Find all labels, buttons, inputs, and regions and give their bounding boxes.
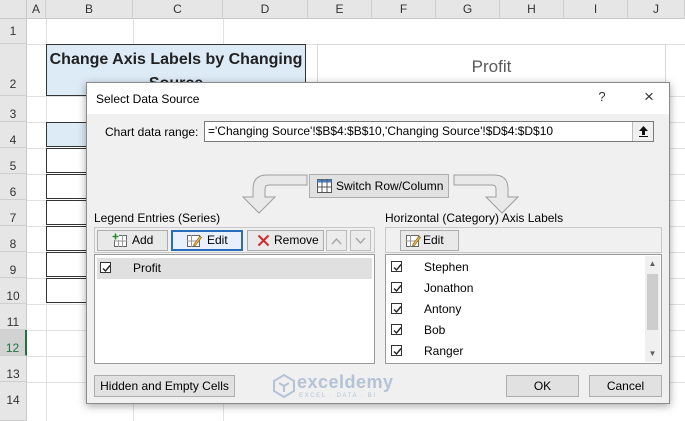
row-header-7[interactable]: 7	[0, 200, 27, 226]
category-item[interactable]: Stephen	[388, 257, 646, 278]
checkmark-icon	[393, 264, 402, 272]
hidden-empty-cells-button[interactable]: Hidden and Empty Cells	[94, 375, 235, 397]
axis-labels-label: Horizontal (Category) Axis Labels	[385, 211, 564, 225]
row-header-13[interactable]: 13	[0, 356, 27, 382]
edit-grid-icon	[406, 235, 421, 247]
row-header-11[interactable]: 11	[0, 304, 27, 330]
column-header-i[interactable]: I	[564, 0, 628, 19]
category-name: Bob	[424, 323, 446, 337]
add-grid-icon	[112, 233, 127, 247]
category-checkbox[interactable]	[391, 303, 402, 314]
watermark-tagline: EXCEL · DATA · BI	[299, 393, 377, 399]
row-header-2[interactable]: 2	[0, 44, 27, 96]
row-header-9[interactable]: 9	[0, 252, 27, 278]
edit-label: Edit	[207, 233, 228, 247]
checkmark-icon	[393, 285, 402, 293]
checkmark-icon	[393, 348, 402, 356]
scroll-thumb[interactable]	[647, 274, 658, 330]
collapse-arrow-icon	[638, 126, 648, 137]
category-checkbox[interactable]	[391, 282, 402, 293]
close-button[interactable]: ×	[639, 86, 659, 108]
remove-series-button[interactable]: Remove	[247, 230, 324, 251]
category-item[interactable]: Ranger	[388, 341, 646, 362]
chevron-down-icon	[355, 237, 366, 245]
series-checkbox[interactable]	[100, 262, 111, 273]
axis-labels-scrollbar[interactable]: ▲ ▼	[645, 256, 660, 362]
chart-data-range-label: Chart data range:	[105, 125, 199, 139]
select-all-corner[interactable]	[0, 0, 27, 19]
move-down-button[interactable]	[350, 230, 371, 251]
switch-row-column-label: Switch Row/Column	[336, 179, 444, 193]
category-checkbox[interactable]	[391, 345, 402, 356]
category-name: Ranger	[424, 344, 464, 358]
category-name: Antony	[424, 302, 462, 316]
row-header-14[interactable]: 14	[0, 382, 27, 421]
remove-label: Remove	[274, 233, 319, 247]
series-name: Profit	[133, 261, 162, 275]
category-checkbox[interactable]	[391, 261, 402, 272]
chart-title: Profit	[471, 57, 512, 76]
legend-series-list[interactable]: Profit	[94, 254, 375, 364]
row-header-5[interactable]: 5	[0, 148, 27, 174]
exceldemy-watermark: exceldemy EXCEL · DATA · BI	[271, 372, 431, 402]
remove-x-icon	[257, 234, 270, 247]
switch-grid-icon	[317, 179, 332, 193]
ok-button[interactable]: OK	[506, 375, 579, 397]
column-header-f[interactable]: F	[372, 0, 436, 19]
column-header-j[interactable]: J	[628, 0, 685, 19]
column-header-b[interactable]: B	[46, 0, 133, 19]
legend-toolbar: Add Edit Remove	[94, 227, 375, 253]
edit-series-button[interactable]: Edit	[171, 230, 243, 251]
move-up-button[interactable]	[326, 230, 347, 251]
scroll-up-arrow-icon[interactable]: ▲	[647, 257, 658, 271]
switch-row-column-button[interactable]: Switch Row/Column	[309, 174, 449, 198]
row-header-10[interactable]: 10	[0, 278, 27, 304]
series-item-profit[interactable]: Profit	[97, 258, 372, 279]
edit-axis-label: Edit	[423, 233, 444, 247]
exceldemy-logo-icon	[273, 374, 295, 398]
collapse-dialog-button[interactable]	[632, 122, 653, 141]
edit-axis-labels-button[interactable]: Edit	[400, 230, 459, 251]
column-header-e[interactable]: E	[308, 0, 372, 19]
category-item[interactable]: Antony	[388, 299, 646, 320]
add-series-button[interactable]: Add	[97, 230, 168, 251]
row-header-6[interactable]: 6	[0, 174, 27, 200]
chevron-up-icon	[331, 237, 342, 245]
category-name: Jonathon	[424, 281, 474, 295]
column-header-h[interactable]: H	[500, 0, 564, 19]
axis-labels-list[interactable]: Stephen Jonathon Antony Bob Ranger ▲ ▼	[385, 254, 662, 364]
category-checkbox[interactable]	[391, 324, 402, 335]
checkmark-icon	[102, 265, 111, 273]
row-header-3[interactable]: 3	[0, 96, 27, 122]
category-item[interactable]: Bob	[388, 320, 646, 341]
edit-grid-icon	[187, 235, 202, 247]
help-button[interactable]: ?	[595, 89, 609, 104]
row-header-12[interactable]: 12	[0, 330, 27, 356]
legend-entries-label: Legend Entries (Series)	[94, 211, 221, 225]
watermark-name: exceldemy	[297, 372, 394, 392]
category-item[interactable]: Jonathon	[388, 278, 646, 299]
dialog-title: Select Data Source	[96, 92, 200, 106]
column-header-a[interactable]: A	[27, 0, 46, 19]
axis-labels-toolbar: Edit	[385, 227, 662, 253]
row-header-4[interactable]: 4	[0, 122, 27, 148]
row-header-1[interactable]: 1	[0, 19, 27, 44]
column-header-c[interactable]: C	[133, 0, 223, 19]
column-header-d[interactable]: D	[223, 0, 308, 19]
dialog-titlebar[interactable]: Select Data Source ? ×	[87, 83, 669, 114]
column-header-g[interactable]: G	[436, 0, 500, 19]
left-curved-arrow-icon	[241, 174, 308, 214]
checkmark-icon	[393, 306, 402, 314]
select-data-source-dialog: Select Data Source ? × Chart data range:…	[86, 82, 670, 404]
row-header-8[interactable]: 8	[0, 226, 27, 252]
right-curved-arrow-icon	[453, 174, 520, 214]
cancel-button[interactable]: Cancel	[589, 375, 662, 397]
checkmark-icon	[393, 327, 402, 335]
scroll-down-arrow-icon[interactable]: ▼	[647, 347, 658, 361]
category-name: Stephen	[424, 260, 469, 274]
add-label: Add	[132, 233, 154, 247]
chart-data-range-input[interactable]: ='Changing Source'!$B$4:$B$10,'Changing …	[204, 121, 654, 142]
